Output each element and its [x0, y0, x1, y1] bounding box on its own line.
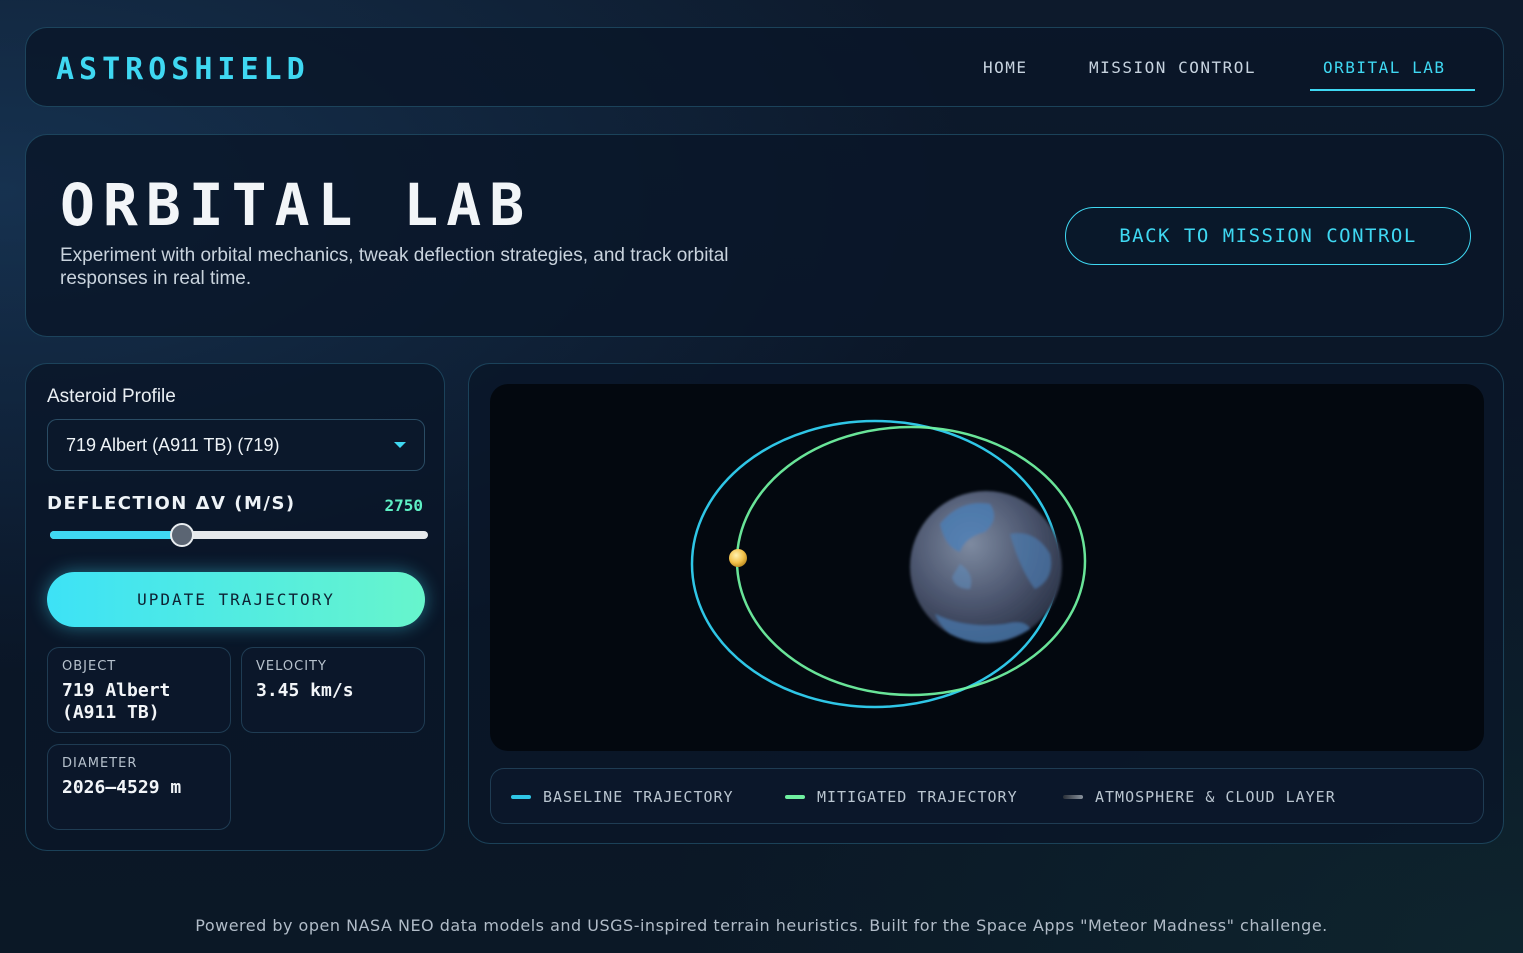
footer-text: Powered by open NASA NEO data models and…: [195, 916, 1328, 935]
asteroid-select-value: 719 Albert (A911 TB) (719): [66, 435, 280, 455]
stat-card-velocity: VELOCITY 3.45 km/s: [241, 647, 425, 733]
stat-value: 2026–4529 m: [62, 777, 182, 798]
stat-label: OBJECT: [62, 659, 117, 674]
orbit-visualization-panel: BASELINE TRAJECTORY MITIGATED TRAJECTORY…: [468, 363, 1504, 844]
orbit-legend: BASELINE TRAJECTORY MITIGATED TRAJECTORY…: [490, 768, 1484, 824]
stat-value: 719 Albert (A911 TB): [62, 680, 171, 723]
brand-logo[interactable]: ASTROSHIELD: [56, 52, 310, 87]
stat-label: VELOCITY: [256, 659, 327, 674]
nav-link-orbital-lab[interactable]: ORBITAL LAB: [1323, 58, 1445, 77]
control-panel: Asteroid Profile 719 Albert (A911 TB) (7…: [25, 363, 445, 851]
asteroid-select[interactable]: 719 Albert (A911 TB) (719): [47, 419, 425, 471]
legend-swatch-mitigated: [785, 795, 805, 799]
legend-swatch-atmosphere: [1063, 795, 1083, 799]
update-trajectory-button[interactable]: UPDATE TRAJECTORY: [47, 572, 425, 627]
asteroid-marker: [729, 549, 747, 567]
asteroid-profile-label: Asteroid Profile: [47, 386, 176, 407]
deflection-label: DEFLECTION ΔV (M/S): [47, 493, 296, 514]
legend-item-baseline: BASELINE TRAJECTORY: [511, 788, 734, 806]
deflection-slider-thumb[interactable]: [170, 523, 195, 547]
nav-link-home[interactable]: HOME: [983, 58, 1028, 77]
orbit-viewport[interactable]: [490, 384, 1484, 751]
nav-link-mission-control[interactable]: MISSION CONTROL: [1089, 58, 1256, 77]
legend-item-atmosphere: ATMOSPHERE & CLOUD LAYER: [1063, 788, 1336, 806]
legend-item-mitigated: MITIGATED TRAJECTORY: [785, 788, 1018, 806]
page-title: ORBITAL LAB: [60, 171, 533, 239]
legend-label-atmosphere: ATMOSPHERE & CLOUD LAYER: [1095, 788, 1336, 806]
hero-section: ORBITAL LAB Experiment with orbital mech…: [25, 134, 1504, 337]
earth-globe: [910, 491, 1062, 643]
stat-value: 3.45 km/s: [256, 680, 354, 701]
top-nav: ASTROSHIELD HOME MISSION CONTROL ORBITAL…: [25, 27, 1504, 107]
deflection-slider-fill: [50, 531, 183, 539]
legend-label-mitigated: MITIGATED TRAJECTORY: [817, 788, 1018, 806]
legend-swatch-baseline: [511, 795, 531, 799]
stat-card-diameter: DIAMETER 2026–4529 m: [47, 744, 231, 830]
deflection-slider[interactable]: [50, 523, 428, 547]
stat-label: DIAMETER: [62, 756, 138, 771]
stat-card-object: OBJECT 719 Albert (A911 TB): [47, 647, 231, 733]
back-to-mission-control-button[interactable]: BACK TO MISSION CONTROL: [1065, 207, 1471, 265]
nav-active-indicator: [1310, 89, 1475, 91]
legend-label-baseline: BASELINE TRAJECTORY: [543, 788, 734, 806]
orbit-canvas: [690, 419, 1087, 709]
deflection-value: 2750: [384, 496, 423, 515]
chevron-down-icon: [394, 442, 406, 448]
page-description: Experiment with orbital mechanics, tweak…: [60, 245, 729, 289]
